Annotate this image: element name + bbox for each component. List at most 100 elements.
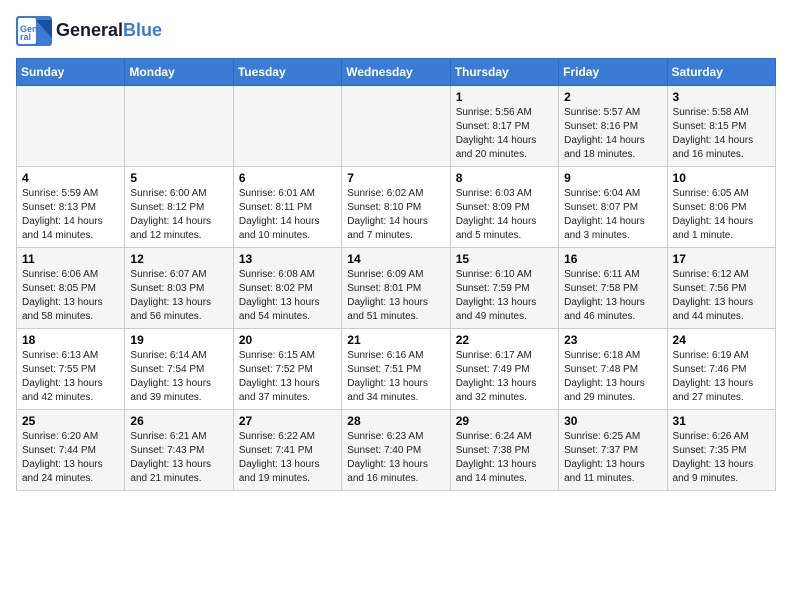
day-info: Sunrise: 5:58 AM Sunset: 8:15 PM Dayligh… xyxy=(673,106,770,162)
day-info: Sunrise: 6:17 AM Sunset: 7:49 PM Dayligh… xyxy=(456,349,553,405)
day-info: Sunrise: 6:22 AM Sunset: 7:41 PM Dayligh… xyxy=(239,430,336,486)
day-info: Sunrise: 6:02 AM Sunset: 8:10 PM Dayligh… xyxy=(347,187,444,243)
calendar-cell: 17 Sunrise: 6:12 AM Sunset: 7:56 PM Dayli… xyxy=(667,248,775,329)
calendar-cell: 8 Sunrise: 6:03 AM Sunset: 8:09 PM Daylig… xyxy=(450,167,558,248)
day-number: 27 xyxy=(239,414,336,428)
day-number: 30 xyxy=(564,414,661,428)
day-info: Sunrise: 6:26 AM Sunset: 7:35 PM Dayligh… xyxy=(673,430,770,486)
calendar-cell: 9 Sunrise: 6:04 AM Sunset: 8:07 PM Daylig… xyxy=(559,167,667,248)
day-info: Sunrise: 6:15 AM Sunset: 7:52 PM Dayligh… xyxy=(239,349,336,405)
week-row-4: 18 Sunrise: 6:13 AM Sunset: 7:55 PM Dayli… xyxy=(17,329,776,410)
day-number: 17 xyxy=(673,252,770,266)
calendar-cell: 16 Sunrise: 6:11 AM Sunset: 7:58 PM Dayli… xyxy=(559,248,667,329)
day-info: Sunrise: 6:07 AM Sunset: 8:03 PM Dayligh… xyxy=(130,268,227,324)
day-number: 25 xyxy=(22,414,119,428)
day-info: Sunrise: 6:03 AM Sunset: 8:09 PM Dayligh… xyxy=(456,187,553,243)
day-info: Sunrise: 5:59 AM Sunset: 8:13 PM Dayligh… xyxy=(22,187,119,243)
calendar-cell: 20 Sunrise: 6:15 AM Sunset: 7:52 PM Dayli… xyxy=(233,329,341,410)
calendar-cell: 10 Sunrise: 6:05 AM Sunset: 8:06 PM Dayli… xyxy=(667,167,775,248)
header-monday: Monday xyxy=(125,59,233,86)
day-number: 24 xyxy=(673,333,770,347)
day-number: 12 xyxy=(130,252,227,266)
day-info: Sunrise: 6:04 AM Sunset: 8:07 PM Dayligh… xyxy=(564,187,661,243)
day-info: Sunrise: 6:10 AM Sunset: 7:59 PM Dayligh… xyxy=(456,268,553,324)
logo-icon: Gene ral xyxy=(16,16,52,46)
header-wednesday: Wednesday xyxy=(342,59,450,86)
calendar-cell: 1Sunrise: 5:56 AM Sunset: 8:17 PM Daylig… xyxy=(450,86,558,167)
week-row-1: 1Sunrise: 5:56 AM Sunset: 8:17 PM Daylig… xyxy=(17,86,776,167)
calendar-cell xyxy=(125,86,233,167)
calendar-cell: 11Sunrise: 6:06 AM Sunset: 8:05 PM Dayli… xyxy=(17,248,125,329)
day-number: 5 xyxy=(130,171,227,185)
calendar-cell xyxy=(17,86,125,167)
header-thursday: Thursday xyxy=(450,59,558,86)
calendar-cell: 28 Sunrise: 6:23 AM Sunset: 7:40 PM Dayli… xyxy=(342,410,450,491)
logo-text-blue: Blue xyxy=(123,20,162,40)
calendar-cell: 29 Sunrise: 6:24 AM Sunset: 7:38 PM Dayli… xyxy=(450,410,558,491)
calendar-cell: 22 Sunrise: 6:17 AM Sunset: 7:49 PM Dayli… xyxy=(450,329,558,410)
calendar-cell: 31 Sunrise: 6:26 AM Sunset: 7:35 PM Dayli… xyxy=(667,410,775,491)
day-number: 22 xyxy=(456,333,553,347)
day-number: 14 xyxy=(347,252,444,266)
calendar-cell: 7 Sunrise: 6:02 AM Sunset: 8:10 PM Daylig… xyxy=(342,167,450,248)
calendar-cell: 3 Sunrise: 5:58 AM Sunset: 8:15 PM Daylig… xyxy=(667,86,775,167)
calendar-cell: 30Sunrise: 6:25 AM Sunset: 7:37 PM Dayli… xyxy=(559,410,667,491)
day-number: 19 xyxy=(130,333,227,347)
day-info: Sunrise: 6:16 AM Sunset: 7:51 PM Dayligh… xyxy=(347,349,444,405)
calendar-cell: 18 Sunrise: 6:13 AM Sunset: 7:55 PM Dayli… xyxy=(17,329,125,410)
calendar-cell: 14 Sunrise: 6:09 AM Sunset: 8:01 PM Dayli… xyxy=(342,248,450,329)
logo-text-general: General xyxy=(56,20,123,40)
day-number: 31 xyxy=(673,414,770,428)
day-info: Sunrise: 5:56 AM Sunset: 8:17 PM Dayligh… xyxy=(456,106,553,162)
calendar-cell: 23 Sunrise: 6:18 AM Sunset: 7:48 PM Dayli… xyxy=(559,329,667,410)
day-info: Sunrise: 6:09 AM Sunset: 8:01 PM Dayligh… xyxy=(347,268,444,324)
day-number: 10 xyxy=(673,171,770,185)
day-info: Sunrise: 6:00 AM Sunset: 8:12 PM Dayligh… xyxy=(130,187,227,243)
day-info: Sunrise: 5:57 AM Sunset: 8:16 PM Dayligh… xyxy=(564,106,661,162)
day-number: 28 xyxy=(347,414,444,428)
day-info: Sunrise: 6:13 AM Sunset: 7:55 PM Dayligh… xyxy=(22,349,119,405)
day-info: Sunrise: 6:11 AM Sunset: 7:58 PM Dayligh… xyxy=(564,268,661,324)
day-number: 15 xyxy=(456,252,553,266)
day-info: Sunrise: 6:01 AM Sunset: 8:11 PM Dayligh… xyxy=(239,187,336,243)
day-info: Sunrise: 6:24 AM Sunset: 7:38 PM Dayligh… xyxy=(456,430,553,486)
header-sunday: Sunday xyxy=(17,59,125,86)
week-row-3: 11Sunrise: 6:06 AM Sunset: 8:05 PM Dayli… xyxy=(17,248,776,329)
day-info: Sunrise: 6:20 AM Sunset: 7:44 PM Dayligh… xyxy=(22,430,119,486)
day-info: Sunrise: 6:21 AM Sunset: 7:43 PM Dayligh… xyxy=(130,430,227,486)
week-row-5: 25 Sunrise: 6:20 AM Sunset: 7:44 PM Dayli… xyxy=(17,410,776,491)
header-tuesday: Tuesday xyxy=(233,59,341,86)
logo: Gene ral GeneralBlue xyxy=(16,16,162,46)
day-number: 20 xyxy=(239,333,336,347)
day-info: Sunrise: 6:18 AM Sunset: 7:48 PM Dayligh… xyxy=(564,349,661,405)
day-number: 23 xyxy=(564,333,661,347)
day-info: Sunrise: 6:05 AM Sunset: 8:06 PM Dayligh… xyxy=(673,187,770,243)
calendar-cell: 13Sunrise: 6:08 AM Sunset: 8:02 PM Dayli… xyxy=(233,248,341,329)
header-saturday: Saturday xyxy=(667,59,775,86)
header-row: SundayMondayTuesdayWednesdayThursdayFrid… xyxy=(17,59,776,86)
day-number: 7 xyxy=(347,171,444,185)
day-number: 13 xyxy=(239,252,336,266)
header-friday: Friday xyxy=(559,59,667,86)
day-number: 21 xyxy=(347,333,444,347)
day-number: 16 xyxy=(564,252,661,266)
day-number: 8 xyxy=(456,171,553,185)
calendar-cell: 4 Sunrise: 5:59 AM Sunset: 8:13 PM Daylig… xyxy=(17,167,125,248)
calendar-cell: 24Sunrise: 6:19 AM Sunset: 7:46 PM Dayli… xyxy=(667,329,775,410)
calendar-cell: 6 Sunrise: 6:01 AM Sunset: 8:11 PM Daylig… xyxy=(233,167,341,248)
calendar-cell: 2 Sunrise: 5:57 AM Sunset: 8:16 PM Daylig… xyxy=(559,86,667,167)
day-number: 26 xyxy=(130,414,227,428)
day-info: Sunrise: 6:12 AM Sunset: 7:56 PM Dayligh… xyxy=(673,268,770,324)
day-number: 18 xyxy=(22,333,119,347)
calendar-cell: 12 Sunrise: 6:07 AM Sunset: 8:03 PM Dayli… xyxy=(125,248,233,329)
day-number: 4 xyxy=(22,171,119,185)
calendar-cell xyxy=(342,86,450,167)
day-info: Sunrise: 6:23 AM Sunset: 7:40 PM Dayligh… xyxy=(347,430,444,486)
day-number: 3 xyxy=(673,90,770,104)
day-number: 6 xyxy=(239,171,336,185)
day-number: 2 xyxy=(564,90,661,104)
calendar-cell: 27 Sunrise: 6:22 AM Sunset: 7:41 PM Dayli… xyxy=(233,410,341,491)
day-number: 9 xyxy=(564,171,661,185)
day-number: 29 xyxy=(456,414,553,428)
calendar-cell: 21 Sunrise: 6:16 AM Sunset: 7:51 PM Dayli… xyxy=(342,329,450,410)
